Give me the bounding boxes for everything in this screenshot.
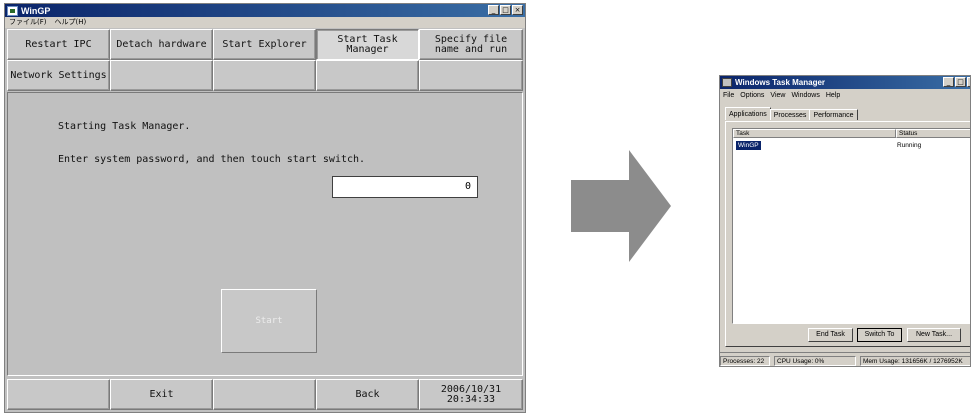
tm-menu-file[interactable]: File xyxy=(720,90,737,101)
exit-button[interactable]: Exit xyxy=(110,379,213,410)
tm-menu-view[interactable]: View xyxy=(767,90,788,101)
minimize-button[interactable]: _ xyxy=(488,5,499,15)
cpu-usage: CPU Usage: 0% xyxy=(774,356,856,366)
blank-button-r2-5[interactable] xyxy=(419,60,523,91)
datetime-display: 2006/10/31 20:34:33 xyxy=(419,379,523,410)
wingp-titlebar: WinGP _ □ × xyxy=(5,4,525,17)
tm-titlebar: Windows Task Manager _ □ × xyxy=(720,76,970,89)
time-text: 20:34:33 xyxy=(446,393,496,405)
tm-title: Windows Task Manager xyxy=(735,78,826,87)
specify-file-name-button[interactable]: Specify file name and run xyxy=(419,29,523,60)
date-text: 2006/10/31 xyxy=(440,383,502,395)
start-explorer-button[interactable]: Start Explorer xyxy=(213,29,316,60)
tab-processes[interactable]: Processes xyxy=(769,109,811,120)
tm-tabs: Applications Processes Performance xyxy=(725,107,858,120)
back-button[interactable]: Back xyxy=(316,379,419,410)
new-task-button[interactable]: New Task... xyxy=(907,328,961,342)
task-manager-icon xyxy=(722,78,732,87)
task-name: WinGP xyxy=(736,141,761,150)
task-manager-window: Windows Task Manager _ □ × File Options … xyxy=(719,75,971,367)
tm-menu-options[interactable]: Options xyxy=(737,90,767,101)
switch-to-button[interactable]: Switch To xyxy=(857,328,902,342)
wingp-title: WinGP xyxy=(21,5,51,16)
blank-button-r2-3[interactable] xyxy=(213,60,316,91)
mem-usage: Mem Usage: 131656K / 1276952K xyxy=(860,356,970,366)
task-status: Running xyxy=(897,142,922,149)
task-list[interactable]: Task Status WinGP Running xyxy=(732,128,970,324)
blank-button-r2-4[interactable] xyxy=(316,60,419,91)
restart-ipc-button[interactable]: Restart IPC xyxy=(7,29,110,60)
close-button[interactable]: × xyxy=(512,5,523,15)
network-settings-button[interactable]: Network Settings xyxy=(7,60,110,91)
maximize-button[interactable]: □ xyxy=(500,5,511,15)
menu-file[interactable]: ファイル(F) xyxy=(5,17,51,28)
tm-close-button[interactable]: × xyxy=(967,77,970,87)
arrow-right-icon xyxy=(571,150,671,262)
end-task-button[interactable]: End Task xyxy=(808,328,853,342)
blank-button-bottom-3[interactable] xyxy=(213,379,316,410)
processes-count: Processes: 22 xyxy=(720,356,770,366)
wingp-app-icon xyxy=(7,5,18,16)
tm-menu-windows[interactable]: Windows xyxy=(788,90,822,101)
tm-menubar: File Options View Windows Help xyxy=(720,90,843,101)
blank-button-bottom-1[interactable] xyxy=(7,379,110,410)
tm-maximize-button[interactable]: □ xyxy=(955,77,966,87)
tm-minimize-button[interactable]: _ xyxy=(943,77,954,87)
start-task-manager-button[interactable]: Start Task Manager xyxy=(316,29,419,60)
column-status[interactable]: Status xyxy=(896,129,970,138)
status-message: Starting Task Manager. xyxy=(58,121,191,132)
detach-hardware-button[interactable]: Detach hardware xyxy=(110,29,213,60)
column-task[interactable]: Task xyxy=(733,129,896,138)
password-input[interactable]: 0 xyxy=(332,176,478,198)
tab-applications[interactable]: Applications xyxy=(725,107,771,120)
wingp-window: WinGP _ □ × ファイル(F) ヘルプ(H) Restart IPC D… xyxy=(4,3,526,413)
menu-help[interactable]: ヘルプ(H) xyxy=(51,17,91,28)
wingp-client: Restart IPC Detach hardware Start Explor… xyxy=(6,29,524,411)
wingp-menubar: ファイル(F) ヘルプ(H) xyxy=(5,17,525,28)
tm-menu-help[interactable]: Help xyxy=(823,90,843,101)
blank-button-r2-2[interactable] xyxy=(110,60,213,91)
tab-performance[interactable]: Performance xyxy=(809,109,858,120)
start-button[interactable]: Start xyxy=(221,289,317,353)
tm-statusbar: Processes: 22 CPU Usage: 0% Mem Usage: 1… xyxy=(720,352,970,366)
instruction-message: Enter system password, and then touch st… xyxy=(58,154,366,165)
